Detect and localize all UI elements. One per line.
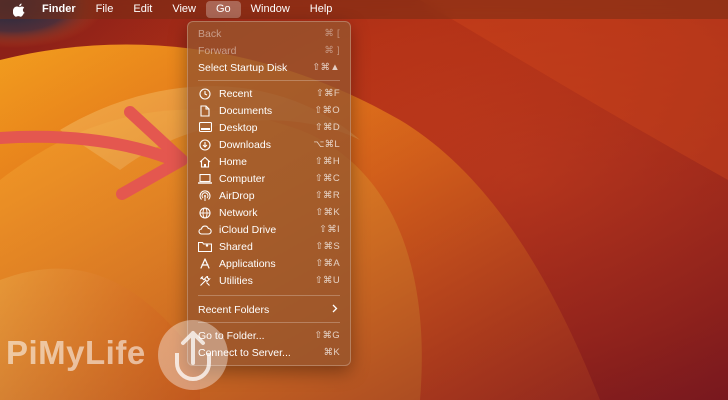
- menu-item-downloads[interactable]: Downloads ⌥⌘L: [192, 136, 346, 153]
- menu-item-desktop[interactable]: Desktop ⇧⌘D: [192, 119, 346, 136]
- airdrop-icon: [198, 189, 212, 203]
- watermark-text: PiMyLife: [6, 334, 146, 371]
- menu-view[interactable]: View: [162, 0, 206, 19]
- utilities-icon: [198, 274, 212, 288]
- annotation-arrow: [0, 106, 188, 200]
- menu-separator: [198, 322, 340, 323]
- menu-separator: [198, 80, 340, 81]
- menu-bar: Finder File Edit View Go Window Help: [0, 0, 728, 19]
- menu-finder[interactable]: Finder: [32, 0, 86, 19]
- download-icon: [198, 138, 212, 152]
- clock-icon: [198, 87, 212, 101]
- menu-item-recent-folders[interactable]: Recent Folders: [192, 301, 346, 318]
- globe-icon: [198, 206, 212, 220]
- chevron-right-icon: [332, 304, 338, 316]
- home-icon: [198, 155, 212, 169]
- go-menu-dropdown: Back ⌘ [ Forward ⌘ ] Select Startup Disk…: [187, 21, 351, 366]
- menu-separator: [198, 295, 340, 296]
- menu-item-utilities[interactable]: Utilities ⇧⌘U: [192, 272, 346, 289]
- apple-logo-icon[interactable]: [0, 0, 32, 19]
- menu-item-network[interactable]: Network ⇧⌘K: [192, 204, 346, 221]
- menu-item-forward[interactable]: Forward ⌘ ]: [192, 42, 346, 59]
- menu-item-home[interactable]: Home ⇧⌘H: [192, 153, 346, 170]
- laptop-icon: [198, 172, 212, 186]
- cloud-icon: [198, 223, 212, 237]
- shared-folder-icon: [198, 240, 212, 254]
- menu-item-applications[interactable]: Applications ⇧⌘A: [192, 255, 346, 272]
- menu-window[interactable]: Window: [241, 0, 300, 19]
- menu-item-icloud-drive[interactable]: iCloud Drive ⇧⌘I: [192, 221, 346, 238]
- menu-item-computer[interactable]: Computer ⇧⌘C: [192, 170, 346, 187]
- menu-item-recent[interactable]: Recent ⇧⌘F: [192, 85, 346, 102]
- menu-item-shared[interactable]: Shared ⇧⌘S: [192, 238, 346, 255]
- menu-item-documents[interactable]: Documents ⇧⌘O: [192, 102, 346, 119]
- menu-help[interactable]: Help: [300, 0, 343, 19]
- menu-item-airdrop[interactable]: AirDrop ⇧⌘R: [192, 187, 346, 204]
- desktop-icon: [198, 121, 212, 135]
- applications-icon: [198, 257, 212, 271]
- menu-item-select-startup-disk[interactable]: Select Startup Disk ⇧⌘▲: [192, 59, 346, 76]
- menu-go[interactable]: Go: [205, 1, 241, 18]
- document-icon: [198, 104, 212, 118]
- menu-item-back[interactable]: Back ⌘ [: [192, 25, 346, 42]
- menu-file[interactable]: File: [86, 0, 124, 19]
- menu-edit[interactable]: Edit: [123, 0, 162, 19]
- watermark-up-logo: [158, 320, 228, 390]
